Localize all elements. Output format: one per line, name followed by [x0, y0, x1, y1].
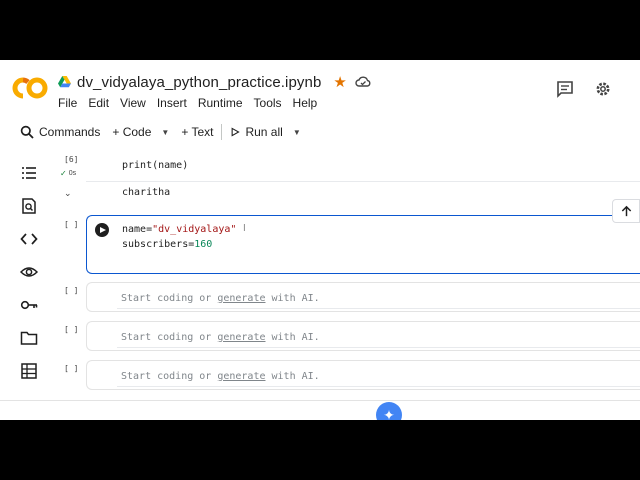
variables-eye-icon[interactable] — [19, 263, 39, 281]
star-icon[interactable]: ★ — [333, 73, 346, 91]
gear-icon[interactable] — [594, 80, 612, 98]
code-cell-active[interactable]: name="dv_vidyalaya" I subscribers=160 — [86, 215, 640, 274]
cell-underline — [117, 347, 640, 348]
run-all-dropdown-icon[interactable]: ▼ — [293, 128, 301, 137]
commands-label: Commands — [39, 125, 101, 139]
menu-help[interactable]: Help — [293, 96, 318, 110]
comment-icon[interactable] — [556, 80, 574, 98]
cell-placeholder: Start coding or generate with AI. — [121, 332, 320, 343]
add-text-label: + Text — [181, 125, 214, 139]
menu-bar: File Edit View Insert Runtime Tools Help — [58, 96, 317, 110]
toolbar: Commands + Code ▼ + Text Run all ▼ — [0, 118, 640, 146]
run-all-button[interactable]: Run all — [224, 118, 288, 146]
code-var-name: name= — [122, 224, 153, 235]
code-var-subscribers: subscribers= — [122, 239, 195, 250]
menu-tools[interactable]: Tools — [254, 96, 282, 110]
generate-link[interactable]: generate — [217, 371, 265, 382]
menu-file[interactable]: File — [58, 96, 77, 110]
title-row: dv_vidyalaya_python_practice.ipynb ★ — [58, 72, 371, 92]
commands-button[interactable]: Commands — [0, 118, 106, 146]
menu-insert[interactable]: Insert — [157, 96, 187, 110]
cell-underline — [117, 308, 640, 309]
generate-link[interactable]: generate — [217, 293, 265, 304]
notebook-title[interactable]: dv_vidyalaya_python_practice.ipynb — [77, 74, 321, 91]
code-string: "dv_vidyalaya" — [152, 224, 237, 235]
cell-execution-count: [ ] — [64, 286, 79, 295]
cell-code-line-1[interactable]: name="dv_vidyalaya" — [122, 224, 236, 235]
cell-underline — [117, 386, 640, 387]
empty-code-cell[interactable]: Start coding or generate with AI. — [86, 321, 640, 351]
cell-execution-count: [6] — [64, 155, 79, 164]
cell-placeholder: Start coding or generate with AI. — [121, 371, 320, 382]
toolbar-divider — [221, 124, 223, 140]
secrets-key-icon[interactable] — [20, 296, 38, 314]
play-icon — [232, 127, 241, 137]
code-number: 160 — [194, 239, 213, 250]
empty-code-cell[interactable]: Start coding or generate with AI. — [86, 282, 640, 312]
colab-logo-icon[interactable] — [12, 76, 48, 100]
find-icon[interactable] — [20, 197, 38, 215]
code-cell-print[interactable]: print(name) charitha — [86, 152, 640, 204]
cell-run-time: 0s — [68, 170, 77, 177]
files-folder-icon[interactable] — [20, 329, 38, 347]
cell-execution-count: [ ] — [64, 220, 79, 229]
menu-edit[interactable]: Edit — [88, 96, 109, 110]
checkmark-icon: ✓ — [60, 169, 67, 178]
cell-placeholder: Start coding or generate with AI. — [121, 293, 320, 304]
move-cell-up-button[interactable] — [612, 199, 640, 223]
run-all-label: Run all — [245, 125, 283, 139]
add-text-button[interactable]: + Text — [175, 118, 219, 146]
cloud-saved-icon[interactable] — [355, 75, 371, 89]
add-code-button[interactable]: + Code — [106, 118, 157, 146]
output-divider — [86, 181, 640, 182]
top-bar: dv_vidyalaya_python_practice.ipynb ★ Fil… — [0, 60, 640, 116]
search-icon — [20, 125, 34, 139]
menu-runtime[interactable]: Runtime — [198, 96, 243, 110]
cell-execution-count: [ ] — [64, 364, 79, 373]
cell-code[interactable]: print(name) — [122, 160, 188, 171]
table-of-contents-icon[interactable] — [20, 164, 38, 182]
colab-window: dv_vidyalaya_python_practice.ipynb ★ Fil… — [0, 60, 640, 420]
top-right-icons — [556, 80, 640, 98]
text-cursor-icon: I — [243, 223, 246, 234]
code-snippets-icon[interactable] — [20, 230, 38, 248]
data-table-icon[interactable] — [20, 362, 38, 380]
generate-link[interactable]: generate — [217, 332, 265, 343]
run-cell-button[interactable] — [95, 223, 109, 237]
status-bar — [0, 400, 640, 420]
cell-code-line-2[interactable]: subscribers=160 — [122, 239, 212, 250]
google-drive-icon — [58, 76, 71, 88]
code-dropdown-icon[interactable]: ▼ — [161, 128, 169, 137]
arrow-up-icon — [621, 205, 631, 216]
cell-output: charitha — [122, 187, 171, 198]
cell-run-status: ✓ 0s — [60, 169, 76, 178]
add-code-label: + Code — [112, 125, 152, 139]
empty-code-cell[interactable]: Start coding or generate with AI. — [86, 360, 640, 390]
collapse-output-chevron-icon[interactable]: ⌄ — [64, 188, 72, 199]
cell-execution-count: [ ] — [64, 325, 79, 334]
menu-view[interactable]: View — [120, 96, 146, 110]
